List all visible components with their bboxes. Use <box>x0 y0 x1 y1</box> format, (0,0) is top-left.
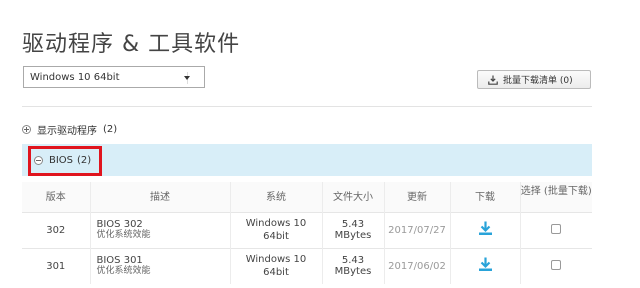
col-header-version: 版本 <box>22 182 91 212</box>
cell-description: BIOS 302 优化系统效能 <box>90 211 231 248</box>
table-row: 302 BIOS 302 优化系统效能 Windows 10 64bit 5.4… <box>22 211 592 248</box>
cell-size: 5.43 MBytes <box>322 211 385 248</box>
cell-download <box>450 211 521 248</box>
cell-system: Windows 10 64bit <box>230 211 323 248</box>
col-header-download: 下载 <box>450 182 521 212</box>
os-select-value: Windows 10 64bit <box>30 71 120 83</box>
col-header-size: 文件大小 <box>322 182 385 212</box>
cell-date: 2017/06/02 <box>384 247 451 284</box>
cell-date: 2017/07/27 <box>384 211 451 248</box>
section-label: 显示驱动程序 <box>37 126 97 137</box>
divider <box>22 106 592 107</box>
download-icon[interactable] <box>478 257 493 272</box>
system-arch: 64bit <box>263 231 289 242</box>
table-header-row: 版本 描述 系统 文件大小 更新 下载 选择 (批量下载) <box>22 182 592 212</box>
table-row: 301 BIOS 301 优化系统效能 Windows 10 64bit 5.4… <box>22 247 592 284</box>
select-checkbox[interactable] <box>551 259 562 270</box>
cell-download <box>450 247 521 284</box>
expand-plus-icon[interactable] <box>22 125 31 134</box>
batch-download-button[interactable]: 批量下载清单 (0) <box>477 70 591 89</box>
section-display-driver[interactable]: 显示驱动程序 (2) <box>22 122 117 137</box>
cell-version: 302 <box>22 211 91 248</box>
select-checkbox[interactable] <box>551 223 562 234</box>
cell-select <box>520 211 592 248</box>
os-select[interactable]: Windows 10 64bit <box>23 66 205 88</box>
download-icon[interactable] <box>478 221 493 236</box>
col-header-system: 系统 <box>230 182 323 212</box>
download-tray-icon <box>488 75 498 85</box>
desc-subtitle: 优化系统效能 <box>96 266 151 277</box>
col-header-updated: 更新 <box>384 182 451 212</box>
highlight-annotation-box <box>28 146 102 176</box>
cell-select <box>520 247 592 284</box>
desc-title: BIOS 302 <box>96 219 143 230</box>
col-header-description: 描述 <box>90 182 231 212</box>
batch-download-label: 批量下载清单 (0) <box>503 76 573 86</box>
cell-description: BIOS 301 优化系统效能 <box>90 247 231 284</box>
system-arch: 64bit <box>263 267 289 279</box>
cell-system: Windows 10 64bit <box>230 247 323 284</box>
col-header-select: 选择 (批量下载) <box>520 182 592 212</box>
cell-version: 301 <box>22 247 91 284</box>
page-title: 驱动程序 & 工具软件 <box>22 32 241 57</box>
desc-title: BIOS 301 <box>96 255 143 267</box>
section-count: (2) <box>103 124 118 135</box>
cell-size: 5.43 MBytes <box>322 247 385 284</box>
chevron-down-icon <box>184 76 190 80</box>
bios-section-header[interactable] <box>22 144 592 176</box>
system-name: Windows 10 <box>245 218 307 229</box>
bios-table: 版本 描述 系统 文件大小 更新 下载 选择 (批量下载) 302 BIOS 3… <box>22 182 592 284</box>
system-name: Windows 10 <box>245 254 307 266</box>
desc-subtitle: 优化系统效能 <box>96 230 151 240</box>
